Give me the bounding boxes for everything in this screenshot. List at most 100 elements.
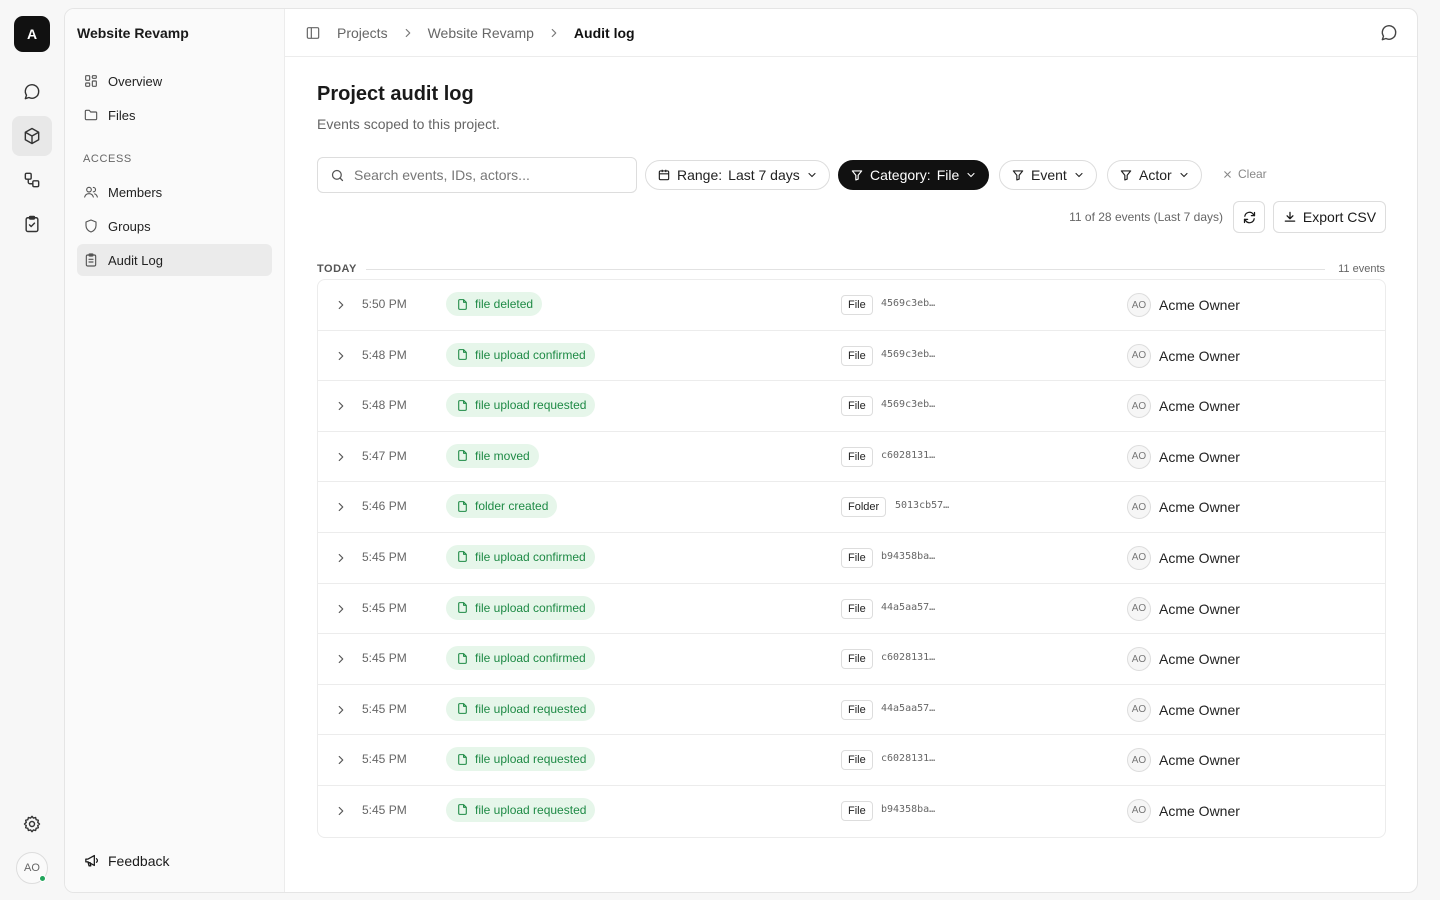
calendar-icon — [658, 169, 670, 181]
table-row[interactable]: 5:45 PM file upload confirmed File 44a5a… — [318, 584, 1385, 635]
event-name: file upload confirmed — [475, 549, 586, 564]
table-row[interactable]: 5:45 PM file upload requested File 44a5a… — [318, 685, 1385, 736]
event-name: file moved — [475, 448, 530, 463]
chevron-right-icon[interactable] — [334, 450, 348, 464]
refresh-icon — [1243, 211, 1255, 223]
online-status-dot — [39, 875, 46, 882]
clipboard-check-icon — [25, 215, 39, 233]
table-row[interactable]: 5:47 PM file moved File c6028131… AO Acm… — [318, 432, 1385, 483]
chevron-right-icon[interactable] — [334, 399, 348, 413]
category-filter-value: File — [936, 167, 960, 183]
sidebar-item-files[interactable]: Files — [77, 99, 272, 131]
breadcrumb-current: Audit log — [573, 24, 635, 41]
chat-icon[interactable] — [1379, 23, 1399, 43]
event-badge: file upload requested — [446, 393, 596, 418]
event-badge: file upload requested — [446, 747, 596, 772]
event-name: file upload confirmed — [475, 651, 586, 666]
event-name: file upload confirmed — [475, 600, 586, 615]
sidebar-item-groups[interactable]: Groups — [77, 210, 272, 242]
table-row[interactable]: 5:48 PM file upload confirmed File 4569c… — [318, 331, 1385, 382]
file-icon — [458, 551, 467, 563]
rail-chat-button[interactable] — [12, 72, 52, 112]
workspace-initial: A — [26, 26, 38, 42]
actor-name: Acme Owner — [1159, 600, 1240, 617]
event-badge: file deleted — [446, 292, 543, 316]
rail-settings-button[interactable] — [12, 804, 52, 844]
breadcrumb-projects[interactable]: Projects — [337, 25, 388, 41]
chat-bubble-icon — [24, 84, 40, 100]
user-avatar[interactable]: AO — [16, 852, 48, 884]
table-row[interactable]: 5:45 PM file upload requested File c6028… — [318, 735, 1385, 786]
file-icon — [458, 602, 467, 613]
chevron-right-icon[interactable] — [334, 703, 348, 717]
search-input[interactable] — [354, 167, 614, 183]
resource-type-badge: Folder — [841, 497, 887, 518]
group-count: 11 events — [1338, 263, 1385, 275]
sidebar-item-overview[interactable]: Overview — [77, 65, 272, 97]
actor-avatar: AO — [1127, 697, 1151, 722]
chevron-right-icon[interactable] — [334, 349, 348, 363]
range-filter[interactable]: Range: Last 7 days — [645, 160, 830, 190]
sidebar-item-audit-log[interactable]: Audit Log — [77, 244, 272, 276]
table-row[interactable]: 5:45 PM file upload confirmed File b9435… — [318, 533, 1385, 584]
chevron-right-icon[interactable] — [334, 652, 348, 666]
event-name: file upload confirmed — [475, 347, 586, 362]
event-badge: file upload confirmed — [446, 342, 595, 367]
file-icon — [458, 500, 467, 512]
table-row[interactable]: 5:46 PM folder created Folder 5013cb57… … — [318, 482, 1385, 533]
grid-icon — [85, 75, 97, 87]
sidebar-item-label: Groups — [108, 218, 151, 234]
rail-workflows-button[interactable] — [12, 160, 52, 200]
event-filter[interactable]: Event — [999, 160, 1097, 190]
resource-type-badge: File — [841, 750, 873, 771]
clear-filters-label: Clear — [1238, 167, 1267, 181]
clipboard-icon — [85, 253, 97, 267]
resource-id: 4569c3eb… — [881, 399, 936, 411]
app-frame: Website Revamp Overview Files ACCESS Mem… — [64, 8, 1418, 893]
actor-filter[interactable]: Actor — [1107, 160, 1202, 190]
event-time: 5:50 PM — [362, 297, 407, 311]
chevron-right-icon[interactable] — [334, 753, 348, 767]
sidebar-toggle-icon[interactable] — [305, 25, 321, 41]
chevron-right-icon[interactable] — [334, 500, 348, 514]
actor-avatar: AO — [1127, 748, 1151, 773]
resource-type-badge: File — [841, 396, 873, 417]
event-badge: file upload requested — [446, 696, 596, 721]
refresh-button[interactable] — [1233, 201, 1265, 233]
chevron-right-icon[interactable] — [334, 602, 348, 616]
actor-name: Acme Owner — [1159, 802, 1240, 819]
filter-icon — [851, 170, 863, 181]
feedback-button[interactable]: Feedback — [83, 852, 169, 869]
chevron-right-icon[interactable] — [334, 298, 348, 312]
event-badge: file upload confirmed — [446, 595, 595, 620]
actor-avatar: AO — [1127, 293, 1151, 317]
event-time: 5:46 PM — [362, 499, 407, 514]
sidebar-section-access: ACCESS — [83, 153, 132, 165]
resource-id: c6028131… — [881, 753, 936, 765]
actor-avatar: AO — [1127, 798, 1151, 823]
workspace-logo[interactable]: A — [14, 16, 50, 52]
chevron-down-icon — [1180, 172, 1188, 178]
event-table: 5:50 PM file deleted File 4569c3eb… AO A… — [317, 279, 1386, 838]
resource-type-badge: File — [841, 649, 873, 670]
breadcrumb: Projects Website Revamp Audit log — [337, 25, 635, 41]
rail-tasks-button[interactable] — [12, 204, 52, 244]
table-row[interactable]: 5:50 PM file deleted File 4569c3eb… AO A… — [318, 280, 1385, 331]
resource-type-badge: File — [841, 295, 873, 315]
export-csv-button[interactable]: Export CSV — [1273, 201, 1386, 233]
table-row[interactable]: 5:48 PM file upload requested File 4569c… — [318, 381, 1385, 432]
project-sidebar: Website Revamp Overview Files ACCESS Mem… — [65, 9, 285, 892]
chevron-right-icon[interactable] — [334, 551, 348, 565]
table-row[interactable]: 5:45 PM file upload requested File b9435… — [318, 786, 1385, 837]
breadcrumb-project[interactable]: Website Revamp — [428, 25, 534, 41]
event-name: file upload requested — [475, 701, 587, 716]
gear-icon — [23, 815, 41, 833]
chevron-right-icon[interactable] — [334, 804, 348, 818]
rail-projects-button[interactable] — [12, 116, 52, 156]
clear-filters-button[interactable]: Clear — [1222, 167, 1267, 181]
actor-name: Acme Owner — [1159, 549, 1240, 566]
category-filter[interactable]: Category: File — [838, 160, 990, 190]
sidebar-item-members[interactable]: Members — [77, 176, 272, 208]
event-time: 5:45 PM — [362, 600, 407, 615]
table-row[interactable]: 5:45 PM file upload confirmed File c6028… — [318, 634, 1385, 685]
